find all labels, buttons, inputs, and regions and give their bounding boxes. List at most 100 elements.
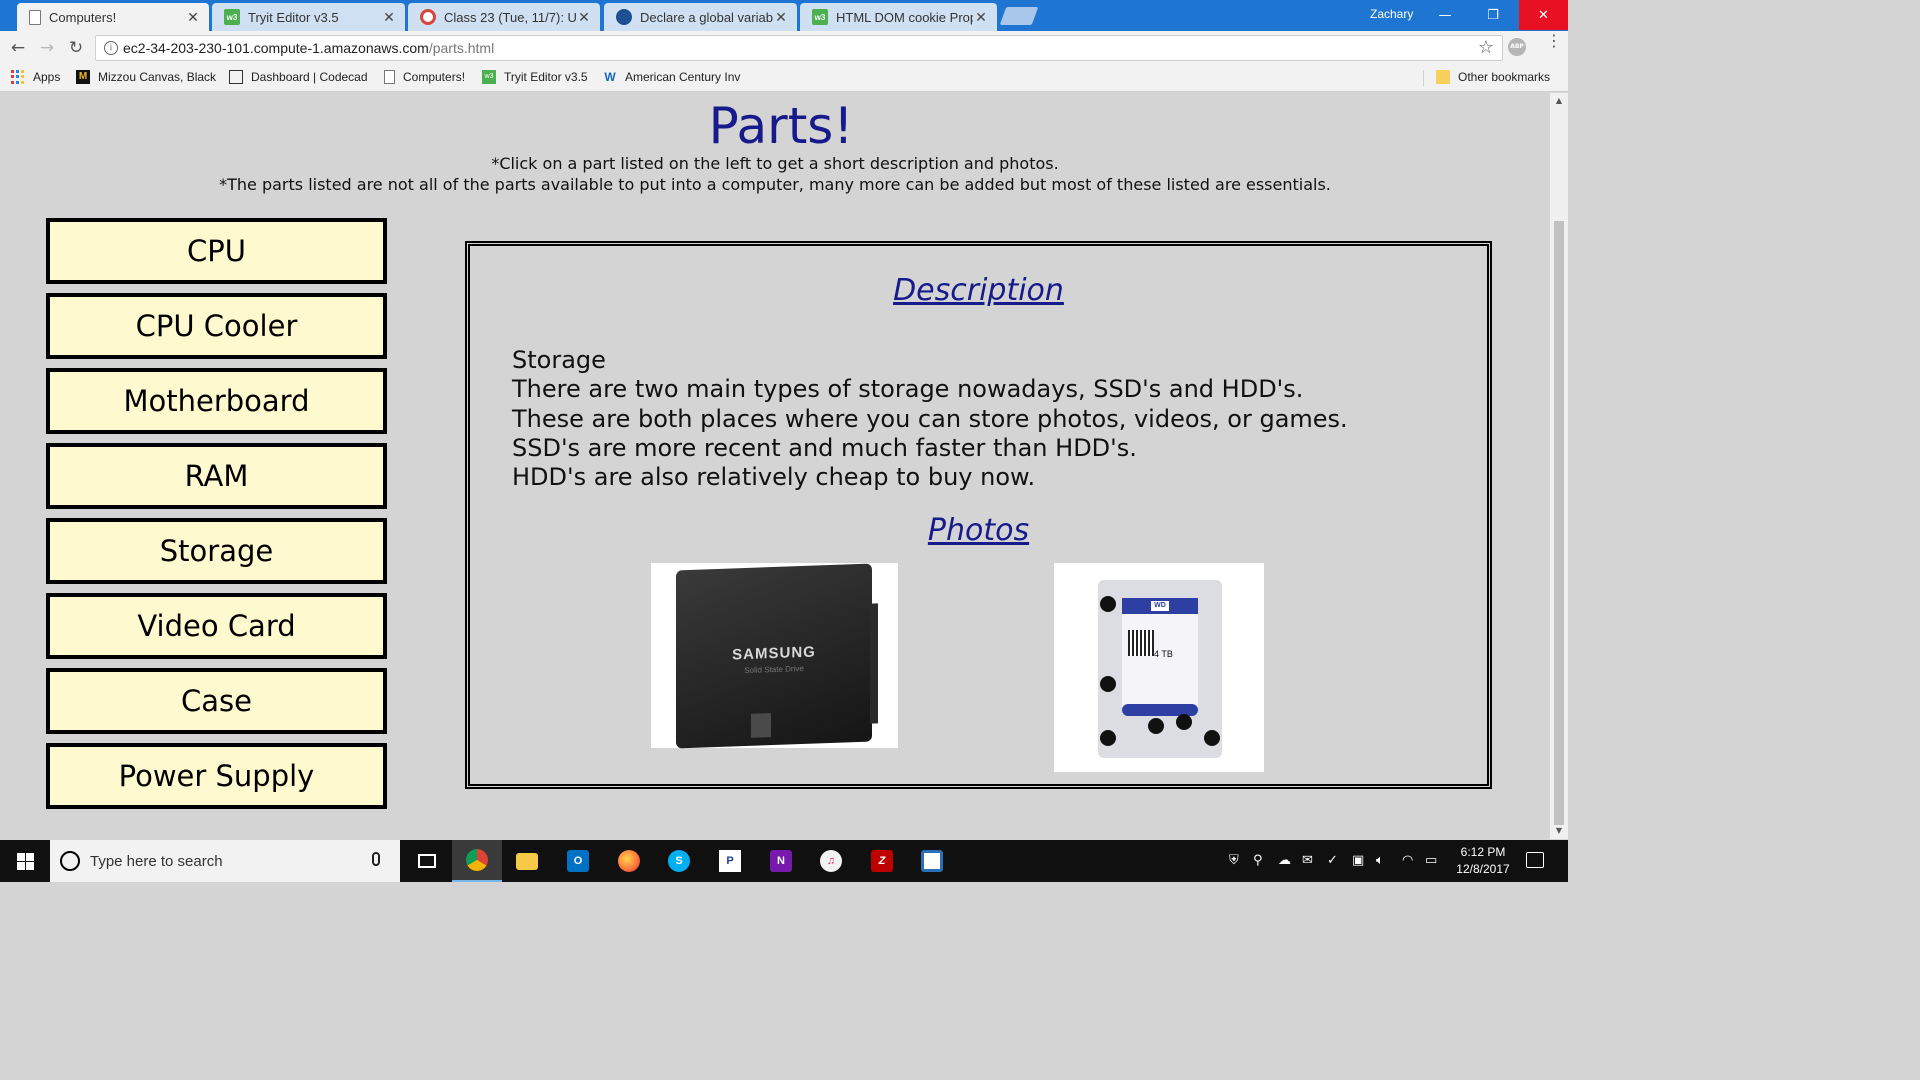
part-button-cpu-cooler[interactable]: CPU Cooler [46, 293, 387, 359]
close-icon[interactable]: ✕ [576, 9, 592, 26]
menu-dots-icon[interactable]: ⋮ [1546, 33, 1562, 49]
battery-icon[interactable]: ▭ [1425, 853, 1437, 868]
photos-heading: Photos [927, 513, 1030, 548]
usb-icon[interactable]: ⚲ [1253, 853, 1263, 868]
bookmark-tryit-editor[interactable]: w3 Tryit Editor v3.5 [482, 70, 588, 84]
close-icon[interactable]: ✕ [773, 9, 789, 26]
onenote-icon: N [770, 850, 792, 872]
taskbar-clock[interactable]: 6:12 PM 12/8/2017 [1448, 844, 1518, 878]
taskbar-app[interactable] [907, 840, 957, 882]
ssd-body: SAMSUNG Solid State Drive [676, 563, 878, 749]
mizzou-icon: M [76, 70, 90, 84]
bookmark-label: Other bookmarks [1458, 70, 1551, 84]
screw [1176, 714, 1192, 730]
taskbar-onenote[interactable]: N [756, 840, 806, 882]
doc-icon [29, 9, 41, 25]
bookmark-label: Dashboard | Codecad [251, 70, 368, 84]
tab-class-23[interactable]: Class 23 (Tue, 11/7): User ✕ [408, 3, 600, 31]
bookmark-computers[interactable]: Computers! [384, 70, 465, 84]
part-button-power-supply[interactable]: Power Supply [46, 743, 387, 809]
description-line: SSD's are more recent and much faster th… [512, 433, 1137, 462]
screw [1100, 596, 1116, 612]
part-button-ram[interactable]: RAM [46, 443, 387, 509]
taskbar-firefox[interactable] [604, 840, 654, 882]
taskbar-search[interactable]: Type here to search [50, 840, 400, 882]
new-tab-button[interactable] [999, 7, 1039, 25]
bookmark-codecademy[interactable]: Dashboard | Codecad [229, 70, 368, 84]
tab-computers[interactable]: Computers! ✕ [17, 3, 209, 31]
window-close-icon[interactable]: ✕ [1519, 0, 1568, 30]
taskbar-pandora[interactable]: P [705, 840, 755, 882]
bookmark-label: Computers! [403, 70, 466, 84]
chrome-icon [466, 849, 488, 871]
bookmark-mizzou-canvas[interactable]: M Mizzou Canvas, Black [76, 70, 216, 84]
info-icon[interactable]: i [104, 41, 118, 55]
microphone-icon[interactable] [372, 852, 380, 866]
w3schools-icon: w3 [812, 9, 828, 25]
taskbar-skype[interactable]: S [654, 840, 704, 882]
taskbar-file-explorer[interactable] [502, 840, 552, 882]
search-placeholder: Type here to search [90, 853, 223, 870]
bookmark-american-century[interactable]: W American Century Inv [603, 70, 740, 84]
hdd-body: 4 TB WD [1098, 580, 1222, 758]
reload-icon[interactable]: ↻ [65, 37, 87, 59]
back-arrow-icon[interactable]: ← [7, 37, 29, 59]
bookmark-other[interactable]: Other bookmarks [1436, 70, 1550, 84]
minimize-icon[interactable]: — [1422, 0, 1468, 30]
wifi-icon[interactable]: ◠ [1402, 853, 1413, 868]
parts-disclaimer-note: *The parts listed are not all of the par… [219, 175, 1331, 194]
tab-global-variable[interactable]: Declare a global variable ✕ [604, 3, 797, 31]
part-button-case[interactable]: Case [46, 668, 387, 734]
security-icon[interactable]: ⛨ [1229, 853, 1239, 868]
volume-icon[interactable]: 🔈︎ [1376, 853, 1384, 868]
scroll-thumb[interactable] [1554, 221, 1564, 825]
american-century-icon: W [604, 70, 616, 84]
bookmark-label: American Century Inv [625, 70, 741, 84]
taskbar-itunes[interactable]: ♫ [806, 840, 856, 882]
page-scrollbar[interactable]: ▲ ▼ [1550, 93, 1568, 839]
tab-dom-cookie[interactable]: w3 HTML DOM cookie Prope ✕ [800, 3, 997, 31]
close-icon[interactable]: ✕ [381, 9, 397, 26]
instruction-note: *Click on a part listed on the left to g… [491, 154, 1059, 173]
browser-toolbar: ← → ↻ i ec2-34-203-230-101.compute-1.ama… [0, 31, 1568, 64]
folder-icon [1436, 70, 1450, 84]
screw [1100, 730, 1116, 746]
part-button-cpu[interactable]: CPU [46, 218, 387, 284]
start-button[interactable] [0, 840, 50, 882]
checkmark-icon[interactable]: ✓ [1327, 853, 1338, 868]
restore-icon[interactable]: ❐ [1470, 0, 1516, 30]
adblock-icon[interactable]: ABP [1508, 38, 1526, 56]
action-center-icon[interactable] [1526, 852, 1544, 868]
taskbar-outlook[interactable]: O [553, 840, 603, 882]
task-view-icon[interactable] [402, 840, 452, 882]
outlook-icon: O [567, 850, 589, 872]
skype-icon: S [668, 850, 690, 872]
onedrive-icon[interactable]: ☁ [1278, 853, 1291, 868]
scroll-down-icon[interactable]: ▼ [1550, 823, 1568, 839]
part-button-motherboard[interactable]: Motherboard [46, 368, 387, 434]
globe-icon [616, 9, 632, 25]
url-text[interactable]: ec2-34-203-230-101.compute-1.amazonaws.c… [123, 40, 494, 56]
taskbar-filezilla[interactable]: Z [857, 840, 907, 882]
tab-tryit-editor[interactable]: w3 Tryit Editor v3.5 ✕ [212, 3, 405, 31]
profile-name[interactable]: Zachary [1370, 7, 1413, 21]
part-button-video-card[interactable]: Video Card [46, 593, 387, 659]
address-bar[interactable]: i ec2-34-203-230-101.compute-1.amazonaws… [95, 35, 1503, 61]
bookmark-apps[interactable]: Apps [11, 70, 60, 84]
tab-title: HTML DOM cookie Prope [836, 9, 973, 25]
close-icon[interactable]: ✕ [185, 9, 201, 26]
part-button-storage[interactable]: Storage [46, 518, 387, 584]
ssd-pad [751, 713, 771, 738]
scroll-up-icon[interactable]: ▲ [1550, 93, 1568, 109]
filezilla-icon: Z [871, 850, 893, 872]
network-icon[interactable]: ▣ [1352, 853, 1364, 868]
bookmark-star-icon[interactable]: ☆ [1478, 37, 1494, 58]
forward-arrow-icon[interactable]: → [36, 37, 58, 59]
bookmark-label: Mizzou Canvas, Black [98, 70, 217, 84]
close-icon[interactable]: ✕ [973, 9, 989, 26]
tab-title: Tryit Editor v3.5 [248, 9, 339, 25]
screw [1148, 718, 1164, 734]
cortana-icon [60, 851, 80, 871]
taskbar-chrome[interactable] [452, 840, 502, 882]
outlook-tray-icon[interactable]: ✉ [1302, 853, 1313, 868]
